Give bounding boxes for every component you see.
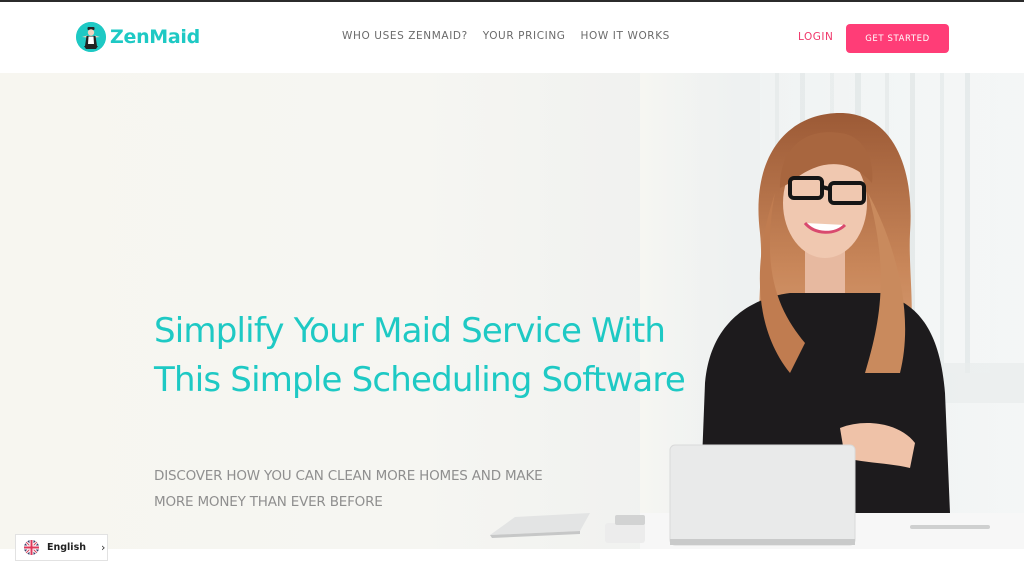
logo-text: ZenMaid xyxy=(110,26,200,48)
laptop xyxy=(669,444,856,546)
logo-link[interactable]: ZenMaid xyxy=(76,22,200,52)
site-header: ZenMaid WHO USES ZENMAID? YOUR PRICING H… xyxy=(0,2,1024,73)
hero-section: Simplify Your Maid Service With This Sim… xyxy=(0,73,1024,549)
get-started-button[interactable]: GET STARTED xyxy=(846,24,949,53)
language-label: English xyxy=(47,542,86,553)
hero-subheadline: DISCOVER HOW YOU CAN CLEAN MORE HOMES AN… xyxy=(154,468,543,510)
login-link[interactable]: LOGIN xyxy=(798,31,833,43)
hero-headline: Simplify Your Maid Service With This Sim… xyxy=(154,311,686,400)
language-switcher[interactable]: English › xyxy=(15,534,108,561)
nav-how-it-works[interactable]: HOW IT WORKS xyxy=(581,30,670,42)
main-nav: WHO USES ZENMAID? YOUR PRICING HOW IT WO… xyxy=(342,30,670,42)
nav-pricing[interactable]: YOUR PRICING xyxy=(483,30,566,42)
uk-flag-icon xyxy=(24,540,39,555)
nav-who-uses[interactable]: WHO USES ZENMAID? xyxy=(342,30,468,42)
maid-avatar-icon xyxy=(76,22,106,52)
chevron-right-icon: › xyxy=(100,541,106,554)
